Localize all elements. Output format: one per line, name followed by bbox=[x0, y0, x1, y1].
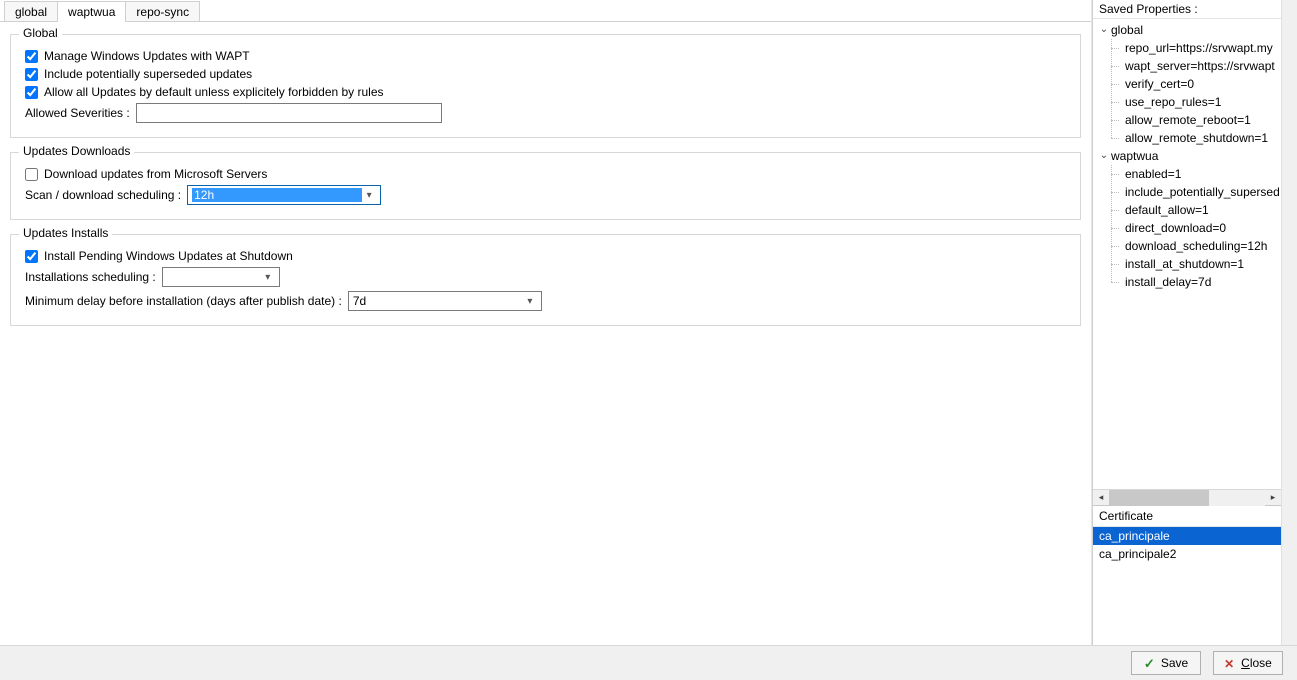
vertical-scrollbar[interactable] bbox=[1281, 0, 1297, 680]
tree-leaf-label: use_repo_rules=1 bbox=[1125, 95, 1221, 109]
group-updates-installs: Updates Installs Install Pending Windows… bbox=[10, 234, 1081, 326]
tab-bar: global waptwua repo-sync bbox=[0, 0, 1091, 22]
tab-label: waptwua bbox=[68, 5, 115, 19]
close-icon bbox=[1224, 657, 1236, 669]
group-updates-downloads: Updates Downloads Download updates from … bbox=[10, 152, 1081, 220]
tree-leaf[interactable]: use_repo_rules=1 bbox=[1097, 93, 1281, 111]
min-delay-label: Minimum delay before installation (days … bbox=[25, 294, 342, 308]
bottom-bar: Save Close bbox=[0, 645, 1297, 680]
tree-leaf[interactable]: direct_download=0 bbox=[1097, 219, 1281, 237]
manage-wu-text: Manage Windows Updates with WAPT bbox=[44, 49, 250, 63]
allow-all-checkbox[interactable] bbox=[25, 86, 38, 99]
tree-leaf[interactable]: default_allow=1 bbox=[1097, 201, 1281, 219]
download-ms-checkbox[interactable] bbox=[25, 168, 38, 181]
tree-node-label: waptwua bbox=[1111, 147, 1158, 165]
scan-scheduling-combobox[interactable]: 12h ▾ bbox=[187, 185, 381, 205]
tree-leaf-label: repo_url=https://srvwapt.my bbox=[1125, 41, 1273, 55]
certificate-item[interactable]: ca_principale bbox=[1093, 527, 1281, 545]
tree-leaf[interactable]: install_at_shutdown=1 bbox=[1097, 255, 1281, 273]
min-delay-combobox[interactable]: 7d ▾ bbox=[348, 291, 542, 311]
tree-leaf-label: allow_remote_shutdown=1 bbox=[1125, 131, 1268, 145]
install-sched-label: Installations scheduling : bbox=[25, 270, 156, 284]
include-superseded-text: Include potentially superseded updates bbox=[44, 67, 252, 81]
tree-leaf-label: install_at_shutdown=1 bbox=[1125, 257, 1244, 271]
manage-wu-checkbox[interactable] bbox=[25, 50, 38, 63]
group-global: Global Manage Windows Updates with WAPT … bbox=[10, 34, 1081, 138]
tree-leaf[interactable]: verify_cert=0 bbox=[1097, 75, 1281, 93]
install-shutdown-checkbox[interactable] bbox=[25, 250, 38, 263]
tree-leaf[interactable]: allow_remote_shutdown=1 bbox=[1097, 129, 1281, 147]
install-shutdown-label[interactable]: Install Pending Windows Updates at Shutd… bbox=[25, 249, 293, 263]
manage-wu-label[interactable]: Manage Windows Updates with WAPT bbox=[25, 49, 250, 63]
tree-node-waptwua[interactable]: ⌄ waptwua bbox=[1097, 147, 1281, 165]
certificate-item[interactable]: ca_principale2 bbox=[1093, 545, 1281, 563]
certificate-panel: Certificate ca_principale ca_principale2 bbox=[1093, 505, 1281, 645]
tree-node-global[interactable]: ⌄ global bbox=[1097, 21, 1281, 39]
allow-all-text: Allow all Updates by default unless expl… bbox=[44, 85, 384, 99]
chevron-down-icon: ▾ bbox=[362, 190, 376, 201]
tree-node-label: global bbox=[1111, 21, 1143, 39]
tree-leaf-label: verify_cert=0 bbox=[1125, 77, 1194, 91]
include-superseded-checkbox[interactable] bbox=[25, 68, 38, 81]
scroll-thumb[interactable] bbox=[1109, 490, 1209, 506]
tab-content: Global Manage Windows Updates with WAPT … bbox=[0, 22, 1091, 680]
scan-scheduling-value: 12h bbox=[192, 188, 362, 202]
group-title-installs: Updates Installs bbox=[19, 226, 112, 240]
tab-label: repo-sync bbox=[136, 5, 189, 19]
tree-leaf-label: include_potentially_supersed bbox=[1125, 185, 1280, 199]
tree-leaf[interactable]: enabled=1 bbox=[1097, 165, 1281, 183]
tree-leaf-label: enabled=1 bbox=[1125, 167, 1181, 181]
tab-label: global bbox=[15, 5, 47, 19]
expand-icon[interactable]: ⌄ bbox=[1099, 21, 1109, 39]
group-title-downloads: Updates Downloads bbox=[19, 144, 134, 158]
tab-waptwua[interactable]: waptwua bbox=[57, 1, 126, 22]
horizontal-scrollbar[interactable]: ◂ ▸ bbox=[1093, 489, 1281, 505]
allowed-severities-input[interactable] bbox=[136, 103, 442, 123]
certificate-label: ca_principale2 bbox=[1099, 547, 1176, 561]
certificate-header: Certificate bbox=[1093, 506, 1281, 527]
save-button-label: Save bbox=[1161, 656, 1188, 670]
install-shutdown-text: Install Pending Windows Updates at Shutd… bbox=[44, 249, 293, 263]
properties-tree[interactable]: ⌄ global repo_url=https://srvwapt.my wap… bbox=[1093, 18, 1281, 489]
close-button-label: Close bbox=[1241, 656, 1272, 670]
tree-leaf-label: direct_download=0 bbox=[1125, 221, 1226, 235]
tree-leaf-label: install_delay=7d bbox=[1125, 275, 1211, 289]
chevron-down-icon: ▾ bbox=[523, 296, 537, 307]
scroll-track[interactable] bbox=[1109, 490, 1265, 506]
tab-repo-sync[interactable]: repo-sync bbox=[125, 1, 200, 22]
tree-leaf[interactable]: allow_remote_reboot=1 bbox=[1097, 111, 1281, 129]
tab-global[interactable]: global bbox=[4, 1, 58, 22]
expand-icon[interactable]: ⌄ bbox=[1099, 147, 1109, 165]
check-icon bbox=[1144, 657, 1156, 669]
certificate-label: ca_principale bbox=[1099, 529, 1170, 543]
install-sched-combobox[interactable]: ▾ bbox=[162, 267, 280, 287]
min-delay-value: 7d bbox=[353, 294, 523, 308]
tree-leaf-label: wapt_server=https://srvwapt bbox=[1125, 59, 1275, 73]
include-superseded-label[interactable]: Include potentially superseded updates bbox=[25, 67, 252, 81]
save-button[interactable]: Save bbox=[1131, 651, 1201, 675]
download-ms-label[interactable]: Download updates from Microsoft Servers bbox=[25, 167, 267, 181]
tree-leaf[interactable]: wapt_server=https://srvwapt bbox=[1097, 57, 1281, 75]
group-title-global: Global bbox=[19, 26, 62, 40]
allow-all-label[interactable]: Allow all Updates by default unless expl… bbox=[25, 85, 384, 99]
tree-leaf-label: download_scheduling=12h bbox=[1125, 239, 1267, 253]
download-ms-text: Download updates from Microsoft Servers bbox=[44, 167, 267, 181]
scan-scheduling-label: Scan / download scheduling : bbox=[25, 188, 181, 202]
tree-leaf[interactable]: install_delay=7d bbox=[1097, 273, 1281, 291]
scroll-left-arrow-icon[interactable]: ◂ bbox=[1093, 490, 1109, 506]
tree-leaf[interactable]: include_potentially_supersed bbox=[1097, 183, 1281, 201]
tree-leaf[interactable]: download_scheduling=12h bbox=[1097, 237, 1281, 255]
saved-properties-title: Saved Properties : bbox=[1093, 0, 1281, 18]
chevron-down-icon: ▾ bbox=[261, 272, 275, 283]
allowed-severities-label: Allowed Severities : bbox=[25, 106, 130, 120]
tree-leaf-label: allow_remote_reboot=1 bbox=[1125, 113, 1251, 127]
tree-leaf-label: default_allow=1 bbox=[1125, 203, 1209, 217]
scroll-right-arrow-icon[interactable]: ▸ bbox=[1265, 490, 1281, 506]
tree-leaf[interactable]: repo_url=https://srvwapt.my bbox=[1097, 39, 1281, 57]
close-button[interactable]: Close bbox=[1213, 651, 1283, 675]
